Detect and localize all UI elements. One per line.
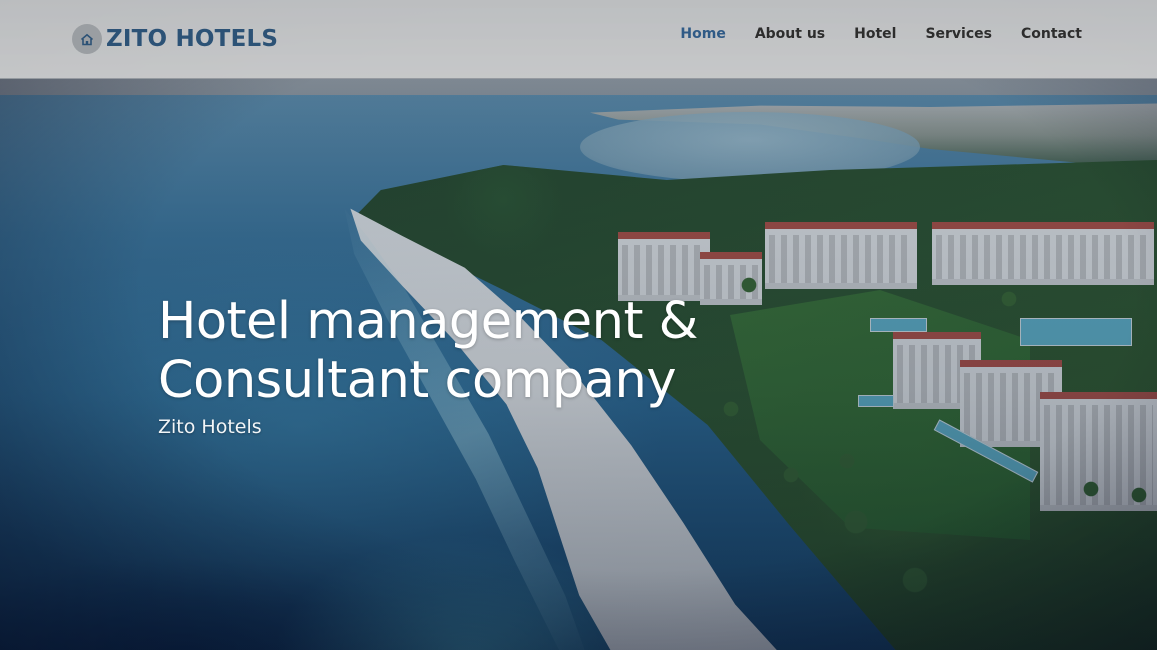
- hero-title-line-1: Hotel management &: [158, 292, 698, 351]
- page: ZITO HOTELS Home About us Hotel Services…: [0, 0, 1157, 650]
- top-navbar: ZITO HOTELS Home About us Hotel Services…: [0, 0, 1157, 79]
- nav-item-services[interactable]: Services: [925, 26, 992, 42]
- home-icon: [72, 24, 102, 54]
- nav-item-about-us[interactable]: About us: [755, 26, 825, 42]
- hero-title-line-2: Consultant company: [158, 351, 677, 410]
- hero-title: Hotel management & Consultant company: [158, 292, 698, 410]
- hero-caption: Hotel management & Consultant company Zi…: [158, 292, 698, 438]
- hero-subtitle: Zito Hotels: [158, 416, 262, 438]
- nav-item-hotel[interactable]: Hotel: [854, 26, 896, 42]
- nav-item-contact[interactable]: Contact: [1021, 26, 1082, 42]
- nav-item-home[interactable]: Home: [680, 26, 725, 42]
- main-nav: Home About us Hotel Services Contact: [651, 26, 1082, 42]
- brand-name: ZITO HOTELS: [106, 26, 279, 52]
- brand-logo-link[interactable]: ZITO HOTELS: [72, 22, 278, 56]
